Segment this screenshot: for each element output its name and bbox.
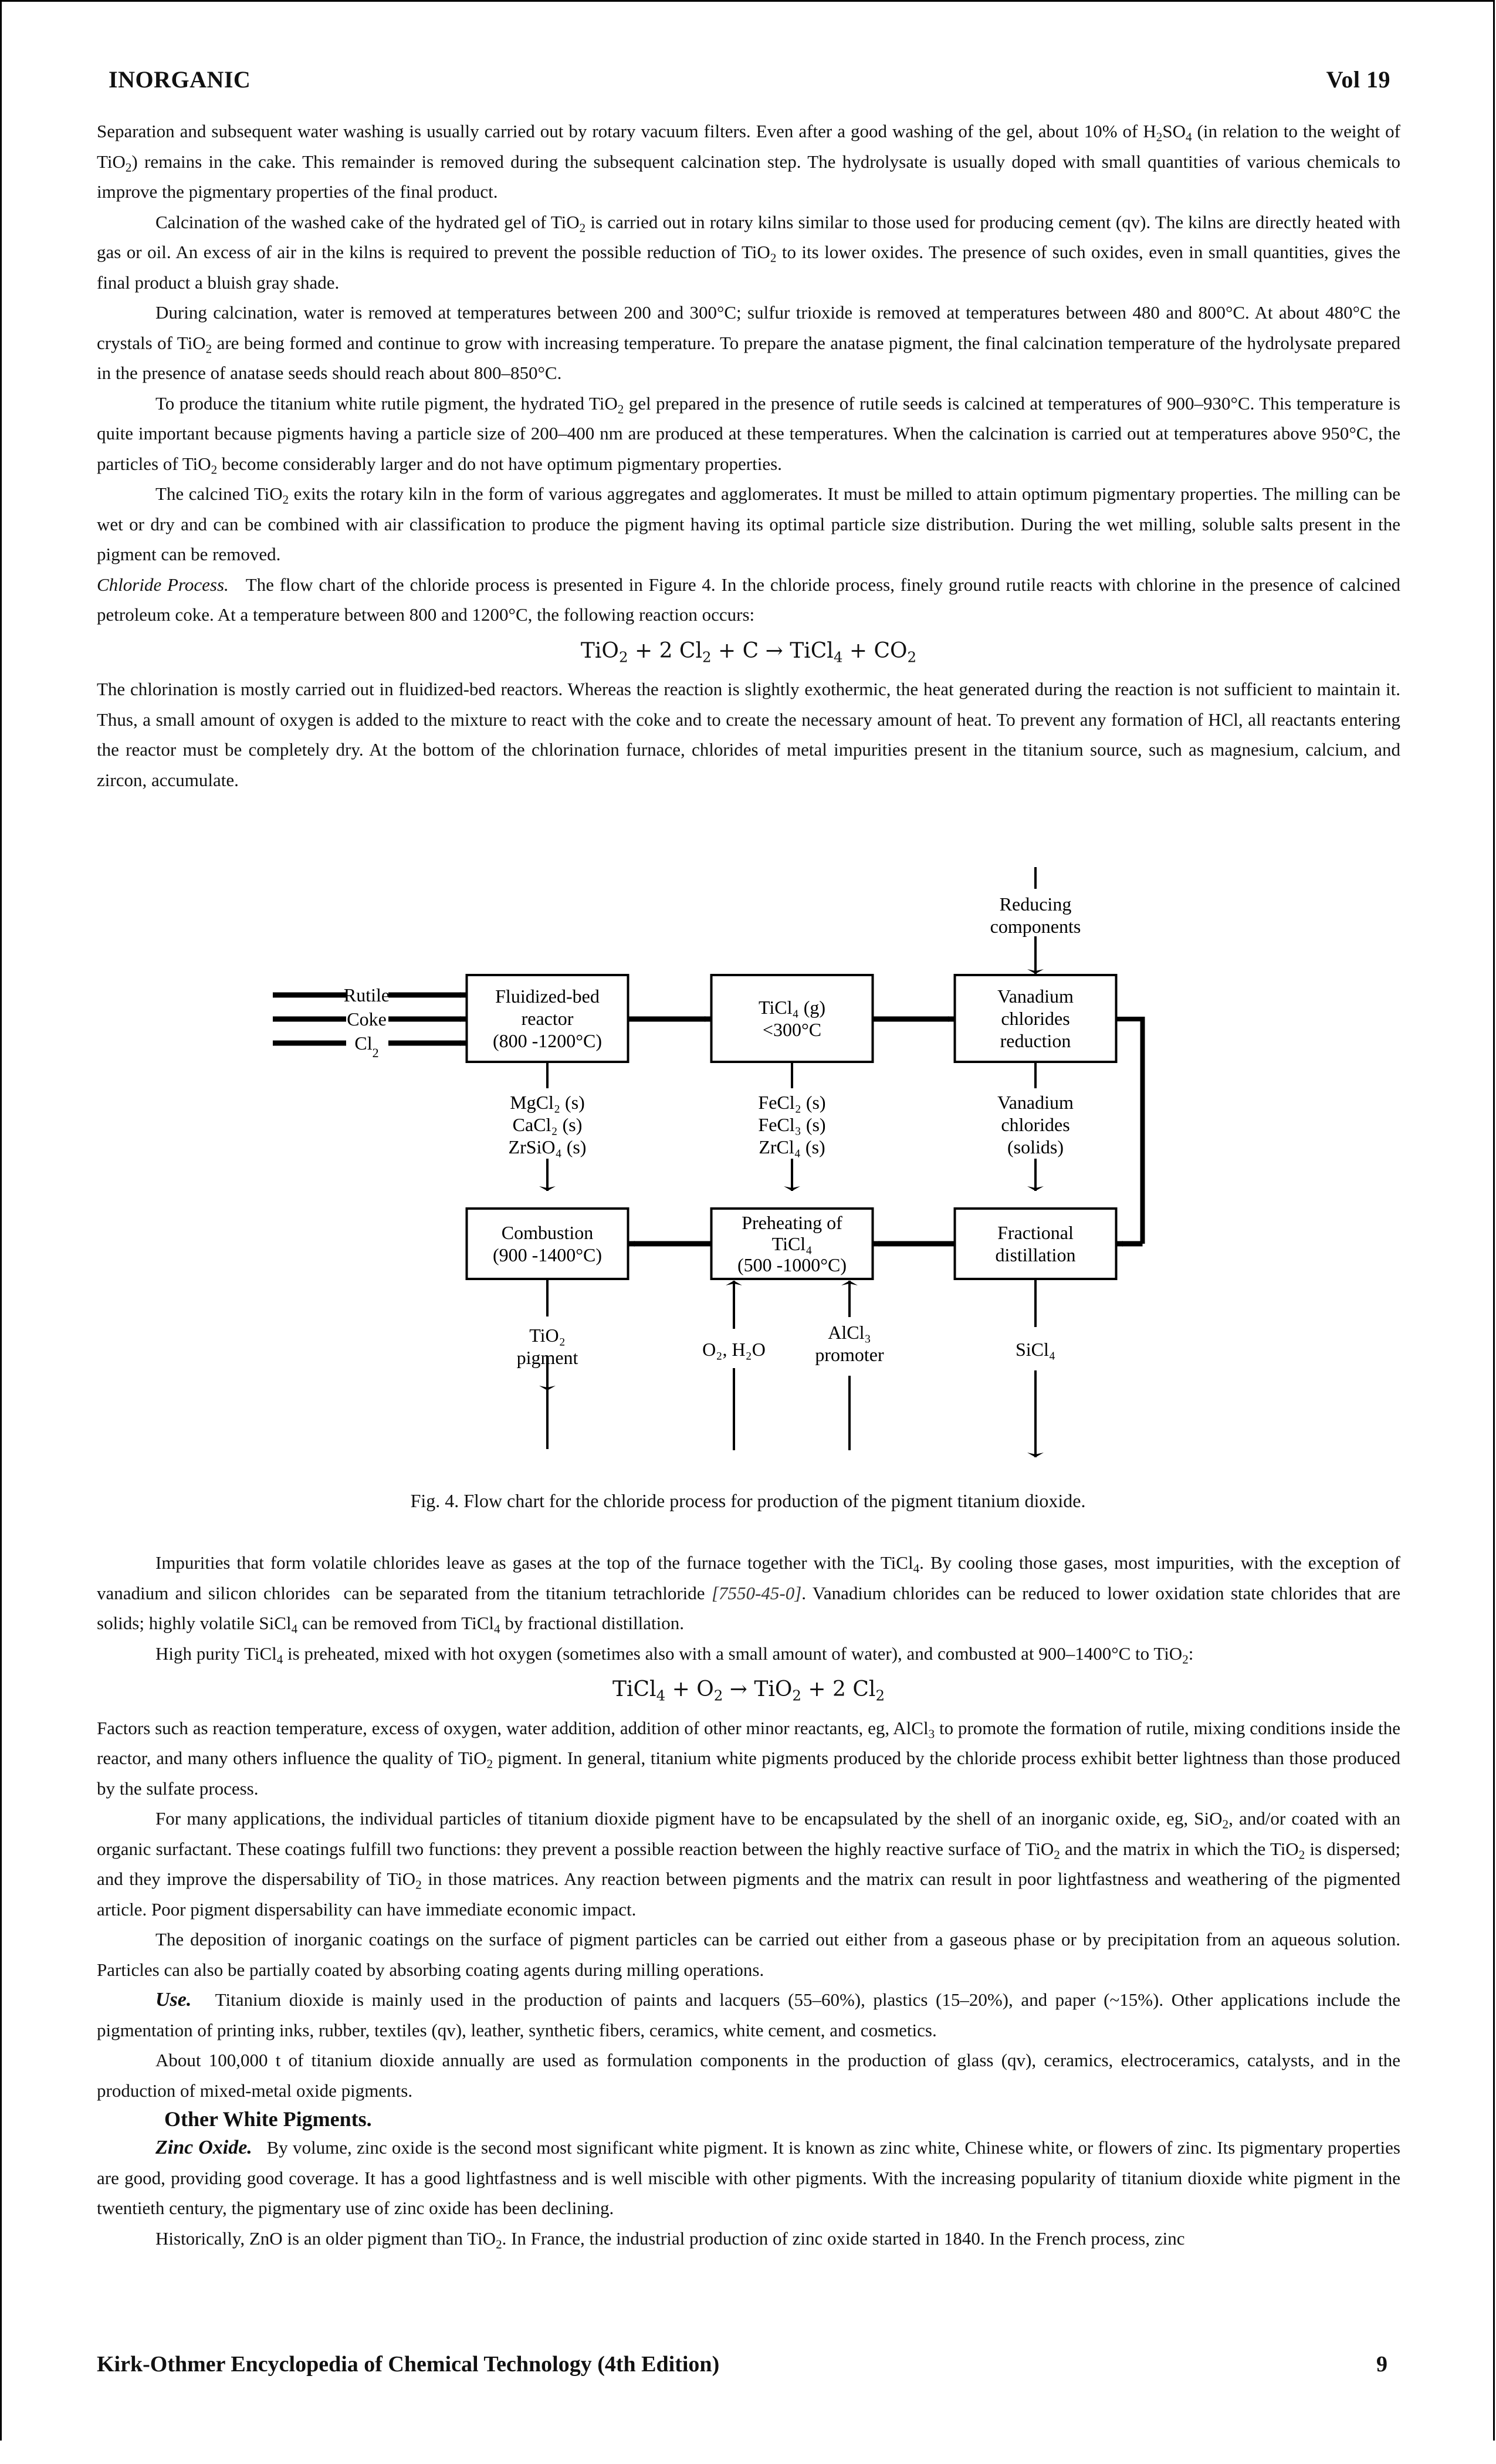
paragraph: Use. Titanium dioxide is mainly used in … xyxy=(97,1989,1400,2040)
chemical-equation: TiO2 + 2 Cl2 + C → TiCl4 + CO2 xyxy=(580,638,917,665)
paragraph: Impurities that form volatile chlorides … xyxy=(97,1552,1401,1636)
section-heading: Other White Pigments. xyxy=(164,2107,372,2131)
paragraph: About 100,000 t of titanium dioxide annu… xyxy=(97,2050,1400,2101)
paragraph: Separation and subsequent water washing … xyxy=(97,121,1400,202)
paragraph: Chloride Process. The flow chart of the … xyxy=(97,574,1400,625)
paragraph: The deposition of inorganic coatings on … xyxy=(97,1929,1400,1980)
paragraph: During calcination, water is removed at … xyxy=(97,302,1400,383)
body-text-bottom: Impurities that form volatile chlorides … xyxy=(97,1548,1400,2253)
running-header-volume: Vol 19 xyxy=(1326,66,1390,93)
paragraph: High purity TiCl4 is preheated, mixed wi… xyxy=(155,1643,1194,1666)
run-in-heading: Chloride Process. xyxy=(97,574,229,595)
paragraph: For many applications, the individual pa… xyxy=(97,1808,1401,1920)
run-in-heading: Use. xyxy=(155,1989,192,2011)
paragraph: Factors such as reaction temperature, ex… xyxy=(97,1717,1401,1799)
paragraph: The chlorination is mostly carried out i… xyxy=(97,679,1400,790)
chemical-equation: TiCl4 + O2 → TiO2 + 2 Cl2 xyxy=(612,1677,885,1704)
paragraph: To produce the titanium white rutile pig… xyxy=(97,392,1400,476)
paragraph: Zinc Oxide. By volume, zinc oxide is the… xyxy=(97,2137,1400,2218)
running-footer-title: Kirk-Othmer Encyclopedia of Chemical Tec… xyxy=(97,2352,720,2377)
paragraph: Historically, ZnO is an older pigment th… xyxy=(155,2228,1185,2251)
running-header-section: INORGANIC xyxy=(109,66,251,93)
run-in-heading: Zinc Oxide. xyxy=(155,2137,252,2158)
body-text-top: Separation and subsequent water washing … xyxy=(97,116,1400,795)
figure-caption: Fig. 4. Flow chart for the chloride proc… xyxy=(410,1490,1086,1511)
page-number: 9 xyxy=(1376,2352,1387,2377)
paragraph: Calcination of the washed cake of the hy… xyxy=(97,211,1400,293)
paragraph: The calcined TiO2 exits the rotary kiln … xyxy=(97,483,1400,564)
